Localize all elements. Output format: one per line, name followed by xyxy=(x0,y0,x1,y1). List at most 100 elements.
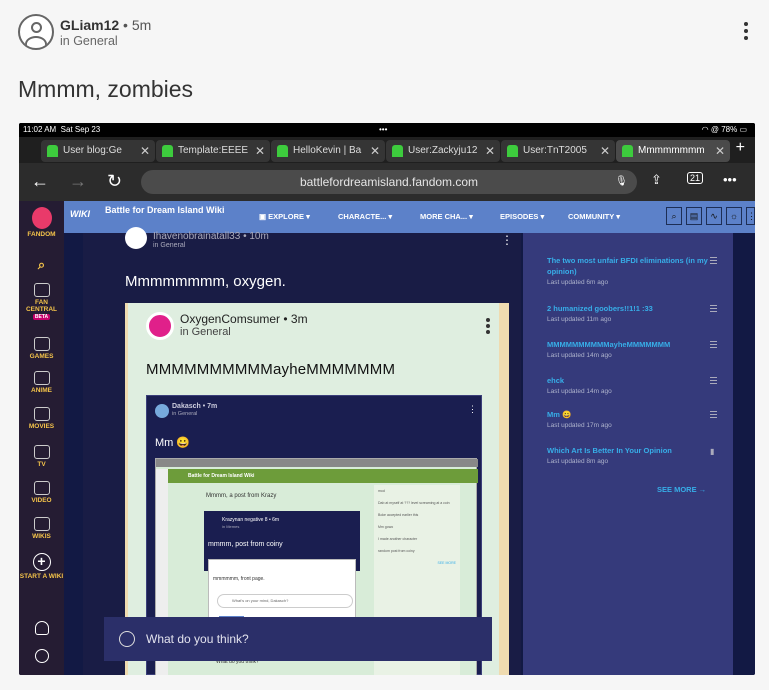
nav-more-characters[interactable]: MORE CHA... ▾ xyxy=(420,212,473,221)
reload-icon[interactable]: ↻ xyxy=(107,171,122,192)
feed-category[interactable]: in General xyxy=(153,242,269,249)
inner-author[interactable]: Dakasch xyxy=(172,403,201,410)
wiki-more-icon[interactable]: ⋮ xyxy=(746,207,755,225)
activity-icon[interactable]: ∿ xyxy=(706,207,722,225)
inner-more-icon[interactable]: ⋮ xyxy=(468,404,477,415)
list-icon xyxy=(710,305,717,314)
list-item[interactable]: Mm 😀 Last updated 17m ago xyxy=(547,409,717,429)
comment-input[interactable]: What do you think? xyxy=(104,617,492,661)
post-header: GLiam12 • 5m in General xyxy=(18,14,151,50)
post-image-screenshot[interactable]: 11:02 AM Sat Sep 23 ••• ◠ @ 78% ▭ User b… xyxy=(19,123,755,675)
avatar[interactable] xyxy=(125,227,147,249)
close-icon[interactable]: ✕ xyxy=(255,140,265,162)
tab-count[interactable]: 21 xyxy=(687,172,704,184)
wifi-icon: ◠ xyxy=(701,125,709,134)
forward-icon[interactable]: → xyxy=(69,171,87,192)
movies-link[interactable]: MOVIES xyxy=(19,407,64,430)
battery-percent: 78% xyxy=(721,125,738,134)
wiki-search-icon[interactable]: ⌕ xyxy=(666,207,682,225)
browser-tabs: User blog:Ge ✕ Template:EEEE ✕ HelloKevin … xyxy=(19,137,755,163)
card-category[interactable]: in General xyxy=(180,326,231,338)
theme-icon[interactable]: ☼ xyxy=(726,207,742,225)
post-category[interactable]: in General xyxy=(60,34,151,48)
fandom-sidebar: FANDOM ⌕ FAN CENTRAL BETA GAMES ANIME MOV… xyxy=(19,201,64,675)
games-link[interactable]: GAMES xyxy=(19,337,64,360)
status-date: Sat Sep 23 xyxy=(60,125,101,134)
nav-community[interactable]: COMMUNITY ▾ xyxy=(568,212,620,221)
user-icon xyxy=(119,631,135,647)
avatar[interactable] xyxy=(155,404,169,418)
poll-icon: ▮ xyxy=(710,447,715,456)
browser-toolbar: ← → ↻ battlefordreamisland.fandom.com 🎙 … xyxy=(19,163,755,201)
video-link[interactable]: VIDEO xyxy=(19,481,64,504)
close-icon[interactable]: ✕ xyxy=(485,140,495,162)
wiki-name[interactable]: Battle for Dream Island Wiki xyxy=(105,204,245,216)
browser-tab-active[interactable]: Mmmmmmmm ✕ xyxy=(616,140,730,162)
list-icon xyxy=(710,257,717,266)
list-item[interactable]: Which Art Is Better In Your Opinion Last … xyxy=(547,445,717,465)
feed-more-icon[interactable]: ⋮ xyxy=(501,233,513,247)
nested-title: Mmmm, a post from Krazy xyxy=(206,493,277,499)
wiki-logo[interactable]: WIKI xyxy=(70,209,90,219)
wiki-book-icon[interactable]: ▤ xyxy=(686,207,702,225)
inner-time: 7m xyxy=(207,403,218,410)
list-item[interactable]: ehck Last updated 14m ago xyxy=(547,375,717,395)
close-icon[interactable]: ✕ xyxy=(600,140,610,162)
avatar[interactable] xyxy=(146,312,174,340)
browser-tab[interactable]: User blog:Ge ✕ xyxy=(41,140,155,162)
more-options-icon[interactable] xyxy=(742,22,750,42)
tv-link[interactable]: TV xyxy=(19,445,64,468)
user-icon xyxy=(47,145,58,157)
user-avatar-icon[interactable] xyxy=(19,649,64,663)
start-wiki-link[interactable]: + START A WIKI xyxy=(19,553,64,580)
nested-wiki-header: Battle for Dream Island Wiki xyxy=(168,469,478,483)
card-author[interactable]: OxygenComsumer xyxy=(180,312,280,326)
list-icon xyxy=(710,411,717,420)
nav-characters[interactable]: CHARACTE... ▾ xyxy=(338,212,392,221)
list-icon xyxy=(710,377,717,386)
card-time: 3m xyxy=(290,312,308,326)
fandom-logo[interactable]: FANDOM xyxy=(19,207,64,238)
browser-tab[interactable]: User:TnT2005 ✕ xyxy=(501,140,615,162)
nav-explore[interactable]: ▣ EXPLORE ▾ xyxy=(259,212,310,221)
feed-time: 10m xyxy=(249,231,269,242)
wikis-link[interactable]: WIKIS xyxy=(19,517,64,540)
list-item[interactable]: The two most unfair BFDI eliminations (i… xyxy=(547,255,717,286)
anime-link[interactable]: ANIME xyxy=(19,371,64,394)
close-icon[interactable]: ✕ xyxy=(715,140,725,162)
avatar[interactable] xyxy=(18,14,54,50)
status-time: 11:02 AM xyxy=(23,125,57,134)
post-username[interactable]: GLiam12 xyxy=(60,17,119,33)
play-icon xyxy=(33,481,50,495)
inner-category[interactable]: in General xyxy=(172,411,197,417)
back-icon[interactable]: ← xyxy=(31,171,49,192)
search-icon[interactable]: ⌕ xyxy=(19,257,64,273)
see-more-link[interactable]: SEE MORE → xyxy=(657,485,706,494)
close-icon[interactable]: ✕ xyxy=(140,140,150,162)
fan-central-link[interactable]: FAN CENTRAL BETA xyxy=(19,283,64,320)
user-icon xyxy=(162,145,173,157)
browser-tab[interactable]: Template:EEEE ✕ xyxy=(156,140,270,162)
new-tab-icon[interactable]: + xyxy=(736,139,745,157)
address-bar[interactable]: battlefordreamisland.fandom.com xyxy=(141,170,637,194)
share-icon[interactable]: ⇪ xyxy=(651,172,662,188)
ios-status-bar: 11:02 AM Sat Sep 23 ••• ◠ @ 78% ▭ xyxy=(19,123,755,137)
nav-episodes[interactable]: EPISODES ▾ xyxy=(500,212,544,221)
close-icon[interactable]: ✕ xyxy=(370,140,380,162)
browser-tab[interactable]: HelloKevin | Ba ✕ xyxy=(271,140,385,162)
feed-post-title: Mmmmmmmm, oxygen. xyxy=(125,273,286,290)
more-icon[interactable]: ••• xyxy=(723,172,737,187)
list-item[interactable]: MMMMMMMMMMayheMMMMMMM Last updated 14m ag… xyxy=(547,339,717,359)
anime-icon xyxy=(33,371,50,385)
notifications-icon[interactable] xyxy=(19,621,64,635)
status-dots: ••• xyxy=(379,125,388,134)
list-icon xyxy=(710,341,717,350)
plus-icon: + xyxy=(32,553,51,571)
film-icon xyxy=(33,407,50,421)
card-more-icon[interactable] xyxy=(486,318,491,336)
user-icon xyxy=(507,145,518,157)
list-item[interactable]: 2 humanized goobers!!1!1 :33 Last updated… xyxy=(547,303,717,323)
feed-author[interactable]: Ihavenobrainatall33 xyxy=(153,231,240,242)
browser-tab[interactable]: User:Zackyju12 ✕ xyxy=(386,140,500,162)
microphone-icon[interactable]: 🎙 xyxy=(615,176,628,187)
